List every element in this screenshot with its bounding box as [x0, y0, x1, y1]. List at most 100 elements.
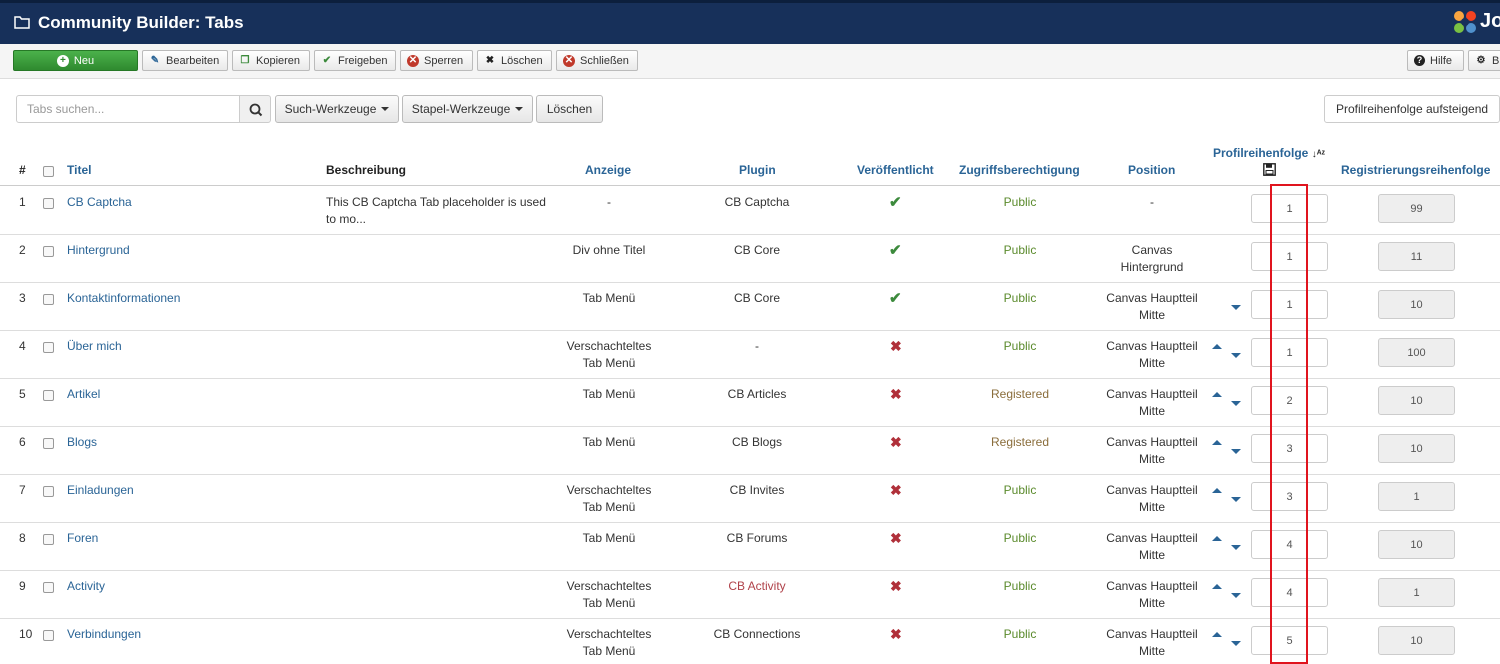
row-position-line2: Mitte [1138, 596, 1165, 610]
batch-tools-label: Stapel-Werkzeuge [411, 102, 511, 116]
move-down-icon[interactable] [1231, 449, 1241, 454]
move-up-icon[interactable] [1212, 392, 1222, 397]
move-up-icon[interactable] [1212, 632, 1222, 637]
move-down-icon[interactable] [1231, 641, 1241, 646]
col-display-header[interactable]: Anzeige [585, 163, 631, 177]
publish-button-label: Freigeben [338, 54, 388, 67]
joomla-logo-icon[interactable] [1452, 9, 1478, 35]
edit-button-label: Bearbeiten [166, 54, 220, 67]
published-check-icon[interactable]: ✔ [889, 193, 902, 211]
row-access: Public [1003, 243, 1037, 257]
row-title-link[interactable]: Verbindungen [67, 626, 141, 643]
row-title-link[interactable]: Artikel [67, 386, 100, 403]
row-display-line2: Tab Menü [582, 596, 636, 610]
search-icon [249, 103, 263, 117]
copy-button[interactable]: ❐ Kopieren [232, 50, 310, 71]
row-checkbox[interactable] [43, 582, 54, 593]
row-plugin: CB Core [733, 243, 780, 257]
row-position-line2: Mitte [1138, 452, 1165, 466]
row-position-line2: Mitte [1138, 500, 1165, 514]
row-checkbox[interactable] [43, 198, 54, 209]
row-checkbox[interactable] [43, 438, 54, 449]
block-button[interactable]: ✕ Sperren [400, 50, 473, 71]
save-order-icon[interactable] [1263, 163, 1276, 176]
clear-button[interactable]: Löschen [536, 95, 603, 123]
row-checkbox[interactable] [43, 534, 54, 545]
unpublished-x-icon[interactable]: ✖ [890, 386, 902, 403]
move-up-icon[interactable] [1212, 584, 1222, 589]
row-number: 5 [19, 387, 26, 401]
move-up-icon[interactable] [1212, 488, 1222, 493]
row-display-line1: Verschachteltes [566, 483, 652, 497]
row-title-link[interactable]: Activity [67, 578, 105, 595]
move-down-icon[interactable] [1231, 353, 1241, 358]
unpublished-x-icon[interactable]: ✖ [890, 530, 902, 547]
move-up-icon[interactable] [1212, 440, 1222, 445]
unpublished-x-icon[interactable]: ✖ [890, 578, 902, 595]
row-checkbox[interactable] [43, 294, 54, 305]
sort-select[interactable]: Profilreihenfolge aufsteigend [1324, 95, 1500, 123]
sort-label: Profilreihenfolge aufsteigend [1335, 102, 1489, 116]
row-checkbox[interactable] [43, 630, 54, 641]
help-button[interactable]: ? Hilfe [1407, 50, 1464, 71]
row-number: 6 [19, 435, 26, 449]
unpublished-x-icon[interactable]: ✖ [890, 626, 902, 643]
row-title-link[interactable]: Über mich [67, 338, 122, 355]
row-display-line1: Verschachteltes [566, 627, 652, 641]
row-title-link[interactable]: Kontaktinformationen [67, 290, 180, 307]
select-all-checkbox[interactable] [43, 166, 54, 177]
row-checkbox[interactable] [43, 246, 54, 257]
search-button[interactable] [239, 95, 271, 123]
edit-button[interactable]: ✎ Bearbeiten [142, 50, 228, 71]
col-position-header[interactable]: Position [1128, 163, 1175, 177]
row-checkbox[interactable] [43, 390, 54, 401]
col-plugin-header[interactable]: Plugin [739, 163, 776, 177]
row-checkbox[interactable] [43, 486, 54, 497]
row-plugin: CB Activity [728, 579, 786, 593]
batch-tools-button[interactable]: Stapel-Werkzeuge [402, 95, 533, 123]
row-position-line1: Canvas Hauptteil [1106, 435, 1198, 449]
search-tools-button[interactable]: Such-Werkzeuge [275, 95, 399, 123]
row-title-link[interactable]: CB Captcha [67, 194, 132, 211]
block-button-label: Sperren [424, 54, 464, 67]
row-title-link[interactable]: Blogs [67, 434, 97, 451]
col-reg-order-header[interactable]: Registrierungsreihenfolge [1341, 163, 1490, 177]
move-down-icon[interactable] [1231, 545, 1241, 550]
unpublished-x-icon[interactable]: ✖ [890, 338, 902, 355]
page-title: Community Builder: Tabs [38, 13, 244, 32]
move-up-icon[interactable] [1212, 536, 1222, 541]
publish-button[interactable]: ✔ Freigeben [314, 50, 396, 71]
row-plugin: CB Invites [729, 483, 785, 497]
unpublished-x-icon[interactable]: ✖ [890, 482, 902, 499]
row-title-link[interactable]: Foren [67, 530, 98, 547]
row-plugin: CB Core [733, 291, 780, 305]
row-plugin: CB Connections [713, 627, 801, 641]
registration-order-input: 10 [1378, 386, 1455, 415]
unpublished-x-icon[interactable]: ✖ [890, 434, 902, 451]
registration-order-input: 10 [1378, 626, 1455, 655]
row-title-link[interactable]: Hintergrund [67, 242, 130, 259]
options-button[interactable]: ⚙ B [1468, 50, 1500, 71]
col-title-header[interactable]: Titel [67, 163, 91, 177]
search-input[interactable] [16, 95, 240, 123]
row-display-line1: Tab Menü [582, 291, 636, 305]
row-display-line1: Verschachteltes [566, 579, 652, 593]
delete-button[interactable]: ✖ Löschen [477, 50, 552, 71]
published-check-icon[interactable]: ✔ [889, 241, 902, 259]
published-check-icon[interactable]: ✔ [889, 289, 902, 307]
sort-az-icon: ↓ᴬᶻ [1311, 149, 1326, 160]
move-down-icon[interactable] [1231, 305, 1241, 310]
move-down-icon[interactable] [1231, 593, 1241, 598]
col-profile-order-header[interactable]: Profilreihenfolge ↓ᴬᶻ [1213, 146, 1325, 160]
col-access-header[interactable]: Zugriffsberechtigung [959, 163, 1080, 177]
row-title-link[interactable]: Einladungen [67, 482, 134, 499]
move-down-icon[interactable] [1231, 401, 1241, 406]
row-checkbox[interactable] [43, 342, 54, 353]
row-access: Registered [990, 387, 1050, 401]
close-button[interactable]: ✕ Schließen [556, 50, 638, 71]
new-button[interactable]: + Neu [13, 50, 138, 71]
col-published-header[interactable]: Veröffentlicht [857, 163, 934, 177]
row-access: Public [1003, 195, 1037, 209]
move-up-icon[interactable] [1212, 344, 1222, 349]
move-down-icon[interactable] [1231, 497, 1241, 502]
